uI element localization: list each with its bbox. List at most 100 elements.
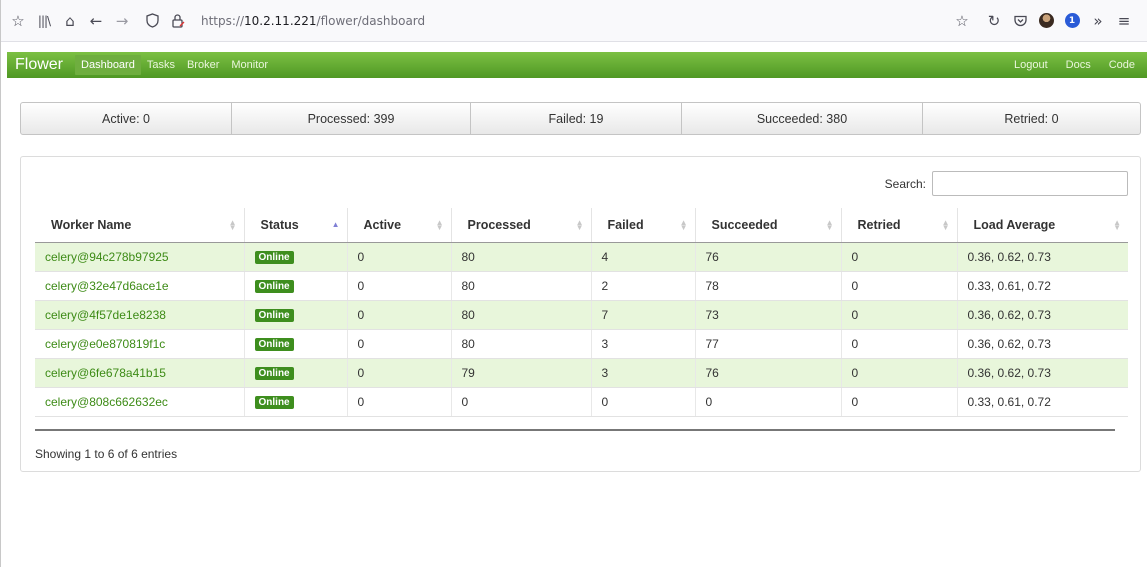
- header-row: Worker Name ▲ ▼ Status ▲ Active ▲ ▼ Processed…: [35, 208, 1128, 243]
- sort-icon: ▲ ▼: [825, 218, 834, 232]
- table-row: celery@32e47d6ace1e Online 0 80 2 78 0 0…: [35, 271, 1128, 301]
- worker-name-cell: celery@808c662632ec: [35, 387, 244, 417]
- retried-cell: 0: [840, 387, 957, 417]
- retried-cell: 0: [840, 300, 957, 330]
- retried-cell: 0: [840, 271, 957, 301]
- url-text[interactable]: https://10.2.11.221/flower/dashboard: [201, 14, 425, 28]
- menu-icon[interactable]: ≡: [1113, 10, 1135, 32]
- load-average-cell: 0.36, 0.62, 0.73: [956, 358, 1128, 388]
- url-host: 10.2.11.221: [244, 13, 317, 28]
- forward-icon[interactable]: →: [111, 10, 133, 32]
- failed-cell: 3: [590, 329, 695, 359]
- status-cell: Online: [243, 387, 347, 417]
- home-icon[interactable]: ⌂: [59, 10, 81, 32]
- summary-failed[interactable]: Failed: 19: [471, 103, 682, 134]
- succeeded-cell: 0: [694, 387, 841, 417]
- shield-icon[interactable]: [141, 10, 163, 32]
- avatar-icon[interactable]: [1035, 10, 1057, 32]
- horizontal-scrollbar[interactable]: [35, 429, 1115, 431]
- col-retried[interactable]: Retried ▲ ▼: [840, 208, 957, 243]
- reload-icon[interactable]: ↻: [983, 10, 1005, 32]
- worker-link[interactable]: celery@4f57de1e8238: [45, 308, 166, 322]
- worker-name-cell: celery@32e47d6ace1e: [35, 271, 244, 301]
- star-icon[interactable]: ☆: [951, 10, 973, 32]
- summary-active[interactable]: Active: 0: [21, 103, 232, 134]
- nav-monitor[interactable]: Monitor: [225, 55, 274, 75]
- failed-cell: 3: [590, 358, 695, 388]
- load-average-cell: 0.36, 0.62, 0.73: [956, 300, 1128, 330]
- col-processed[interactable]: Processed ▲ ▼: [450, 208, 591, 243]
- table-row: celery@6fe678a41b15 Online 0 79 3 76 0 0…: [35, 358, 1128, 388]
- nav-broker[interactable]: Broker: [181, 55, 225, 75]
- status-badge: Online: [254, 367, 294, 380]
- succeeded-cell: 78: [694, 271, 841, 301]
- password-manager-icon[interactable]: 1: [1061, 10, 1083, 32]
- app-navbar: Flower Dashboard Tasks Broker Monitor Lo…: [7, 52, 1147, 78]
- nav-docs[interactable]: Docs: [1060, 55, 1097, 75]
- load-average-cell: 0.33, 0.61, 0.72: [956, 387, 1128, 417]
- retried-cell: 0: [840, 242, 957, 272]
- nav-tasks[interactable]: Tasks: [141, 55, 181, 75]
- col-worker-name[interactable]: Worker Name ▲ ▼: [35, 208, 244, 243]
- status-badge: Online: [254, 338, 294, 351]
- col-load-average[interactable]: Load Average ▲ ▼: [956, 208, 1128, 243]
- processed-cell: 0: [450, 387, 591, 417]
- url-path: /flower/dashboard: [316, 13, 426, 28]
- active-cell: 0: [346, 271, 451, 301]
- url-bar[interactable]: https://10.2.11.221/flower/dashboard: [141, 10, 951, 32]
- summary-succeeded[interactable]: Succeeded: 380: [682, 103, 923, 134]
- status-badge: Online: [254, 396, 294, 409]
- col-label: Failed: [607, 217, 644, 232]
- col-failed[interactable]: Failed ▲ ▼: [590, 208, 695, 243]
- col-label: Retried: [857, 217, 901, 232]
- failed-cell: 4: [590, 242, 695, 272]
- back-icon[interactable]: ←: [85, 10, 107, 32]
- worker-name-cell: celery@94c278b97925: [35, 242, 244, 272]
- worker-name-cell: celery@6fe678a41b15: [35, 358, 244, 388]
- col-succeeded[interactable]: Succeeded ▲ ▼: [694, 208, 841, 243]
- active-cell: 0: [346, 358, 451, 388]
- search-label: Search:: [884, 176, 926, 191]
- processed-cell: 80: [450, 271, 591, 301]
- search-row: Search:: [885, 171, 1128, 196]
- worker-link[interactable]: celery@e0e870819f1c: [45, 337, 165, 351]
- sort-icon: ▲ ▼: [575, 218, 584, 232]
- summary-retried[interactable]: Retried: 0: [923, 103, 1140, 134]
- sort-icon: ▲ ▼: [435, 218, 444, 232]
- worker-link[interactable]: celery@32e47d6ace1e: [45, 279, 169, 293]
- processed-cell: 79: [450, 358, 591, 388]
- sort-asc-icon: ▲: [331, 220, 340, 229]
- status-badge: Online: [254, 251, 294, 264]
- col-label: Active: [363, 217, 402, 232]
- status-cell: Online: [243, 271, 347, 301]
- search-input[interactable]: [932, 171, 1128, 196]
- brand-logo[interactable]: Flower: [7, 56, 75, 74]
- worker-link[interactable]: celery@94c278b97925: [45, 250, 169, 264]
- processed-cell: 80: [450, 300, 591, 330]
- succeeded-cell: 77: [694, 329, 841, 359]
- url-prefix: https://: [201, 13, 245, 28]
- summary-processed[interactable]: Processed: 399: [232, 103, 471, 134]
- nav-code[interactable]: Code: [1103, 55, 1141, 75]
- col-status[interactable]: Status ▲: [243, 208, 347, 243]
- col-label: Status: [260, 217, 299, 232]
- workers-table: Worker Name ▲ ▼ Status ▲ Active ▲ ▼ Processed…: [35, 208, 1128, 417]
- table-row: celery@94c278b97925 Online 0 80 4 76 0 0…: [35, 242, 1128, 272]
- nav-dashboard[interactable]: Dashboard: [75, 55, 141, 75]
- sort-icon: ▲ ▼: [1113, 218, 1121, 232]
- browser-toolbar: ☆ |||\ ⌂ ← → https://10.2.11.221/flower/…: [1, 0, 1147, 42]
- table-row: celery@808c662632ec Online 0 0 0 0 0 0.3…: [35, 387, 1128, 417]
- succeeded-cell: 76: [694, 358, 841, 388]
- col-active[interactable]: Active ▲ ▼: [346, 208, 451, 243]
- nav-logout[interactable]: Logout: [1008, 55, 1054, 75]
- processed-cell: 80: [450, 329, 591, 359]
- pocket-icon[interactable]: [1009, 10, 1031, 32]
- bookmarks-icon[interactable]: ☆: [7, 10, 29, 32]
- library-icon[interactable]: |||\: [33, 10, 55, 32]
- worker-link[interactable]: celery@6fe678a41b15: [45, 366, 166, 380]
- overflow-icon[interactable]: »: [1087, 10, 1109, 32]
- active-cell: 0: [346, 242, 451, 272]
- worker-link[interactable]: celery@808c662632ec: [45, 395, 168, 409]
- lock-icon[interactable]: [167, 10, 189, 32]
- failed-cell: 2: [590, 271, 695, 301]
